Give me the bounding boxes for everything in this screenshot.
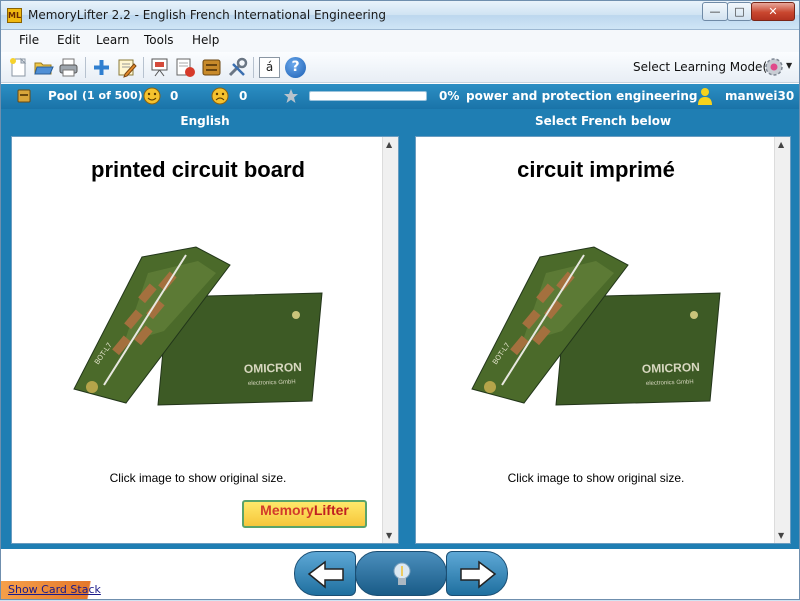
pool-label: Pool <box>48 89 78 103</box>
correct-count: 0 <box>170 89 179 103</box>
show-card-stack-tab[interactable]: Show Card Stack <box>1 581 125 599</box>
previous-button[interactable] <box>294 551 356 596</box>
user-name: manwei30 <box>725 89 795 103</box>
user-icon <box>698 88 712 105</box>
menu-tools[interactable]: Tools <box>144 33 174 47</box>
pcb-image[interactable]: OMICRON electronics GmbH BOT-L7 <box>68 235 328 415</box>
previous-arrow-icon <box>307 560 344 589</box>
tools-icon[interactable] <box>227 57 248 78</box>
answer-scrollbar[interactable]: ▲ ▼ <box>774 137 790 543</box>
toolbar-separator <box>253 57 254 78</box>
archive-icon[interactable] <box>201 57 222 78</box>
slideshow-icon[interactable] <box>175 57 196 78</box>
toolbar: á ? Select Learning Mode(s) ▼ <box>1 52 799 83</box>
help-icon[interactable]: ? <box>285 57 306 78</box>
app-window: ML MemoryLifter 2.2 - English French Int… <box>0 0 800 600</box>
add-icon[interactable] <box>91 57 112 78</box>
window-title: MemoryLifter 2.2 - English French Intern… <box>28 8 386 22</box>
scroll-down-icon[interactable]: ▼ <box>778 531 784 540</box>
question-card: printed circuit board OMICRON electronic… <box>11 136 399 544</box>
hint-button[interactable] <box>355 551 447 596</box>
next-arrow-icon <box>460 560 497 589</box>
card-area: English Select French below printed circ… <box>1 109 799 549</box>
new-icon[interactable] <box>8 57 29 78</box>
answer-card: circuit imprimé OMICRON electronics GmbH <box>415 136 791 544</box>
gear-icon[interactable] <box>763 56 785 78</box>
print-icon[interactable] <box>58 57 79 78</box>
question-header: English <box>180 114 230 128</box>
app-logo-icon: ML <box>7 8 22 23</box>
menu-file[interactable]: File <box>19 33 39 47</box>
character-map-icon[interactable]: á <box>259 57 280 78</box>
answer-word: circuit imprimé <box>517 157 675 182</box>
next-button[interactable] <box>446 551 508 596</box>
edit-icon[interactable] <box>116 57 137 78</box>
star-icon <box>284 89 298 103</box>
chevron-down-icon[interactable]: ▼ <box>786 61 792 70</box>
show-card-stack-link[interactable]: Show Card Stack <box>8 583 101 596</box>
presentation-icon[interactable] <box>149 57 170 78</box>
logo-text-lifter: Lifter <box>313 502 349 518</box>
toolbar-separator <box>143 57 144 78</box>
smiley-happy-icon <box>143 87 161 105</box>
pool-box-icon <box>17 89 31 103</box>
menu-edit[interactable]: Edit <box>57 33 80 47</box>
minimize-button[interactable]: — <box>702 2 728 21</box>
status-bar: Pool (1 of 500) 0 0 0% power and protect… <box>1 84 799 109</box>
learning-mode-label[interactable]: Select Learning Mode(s) <box>633 60 778 74</box>
image-hint: Click image to show original size. <box>507 471 685 485</box>
close-button[interactable]: ✕ <box>751 2 795 21</box>
navigation-bar: Show Card Stack <box>1 549 799 599</box>
progress-bar <box>309 91 427 101</box>
menu-learn[interactable]: Learn <box>96 33 130 47</box>
pcb-image[interactable]: OMICRON electronics GmbH BOT-L7 <box>466 235 726 415</box>
lightbulb-icon <box>393 562 411 585</box>
scroll-down-icon[interactable]: ▼ <box>386 531 392 540</box>
pcb-brand: OMICRON <box>642 360 700 376</box>
logo-text-memory: Memory <box>260 502 314 518</box>
image-hint: Click image to show original size. <box>109 471 287 485</box>
title-bar: ML MemoryLifter 2.2 - English French Int… <box>1 1 799 30</box>
pcb-brand: OMICRON <box>244 360 302 376</box>
navigation-controls <box>294 551 508 596</box>
scroll-up-icon[interactable]: ▲ <box>386 140 392 149</box>
menu-bar: File Edit Learn Tools Help <box>1 30 799 52</box>
progress-percent: 0% <box>439 89 460 103</box>
question-scrollbar[interactable]: ▲ ▼ <box>382 137 398 543</box>
smiley-sad-icon <box>211 87 229 105</box>
wrong-count: 0 <box>239 89 248 103</box>
question-word: printed circuit board <box>91 157 305 182</box>
memorylifter-logo: MemoryLifter <box>242 500 367 528</box>
open-icon[interactable] <box>33 57 54 78</box>
pool-count: (1 of 500) <box>82 89 143 102</box>
toolbar-separator <box>85 57 86 78</box>
answer-header: Select French below <box>534 114 672 128</box>
scroll-up-icon[interactable]: ▲ <box>778 140 784 149</box>
dictionary-topic: power and protection engineering <box>466 89 698 103</box>
maximize-button[interactable]: □ <box>727 2 752 21</box>
menu-help[interactable]: Help <box>192 33 219 47</box>
